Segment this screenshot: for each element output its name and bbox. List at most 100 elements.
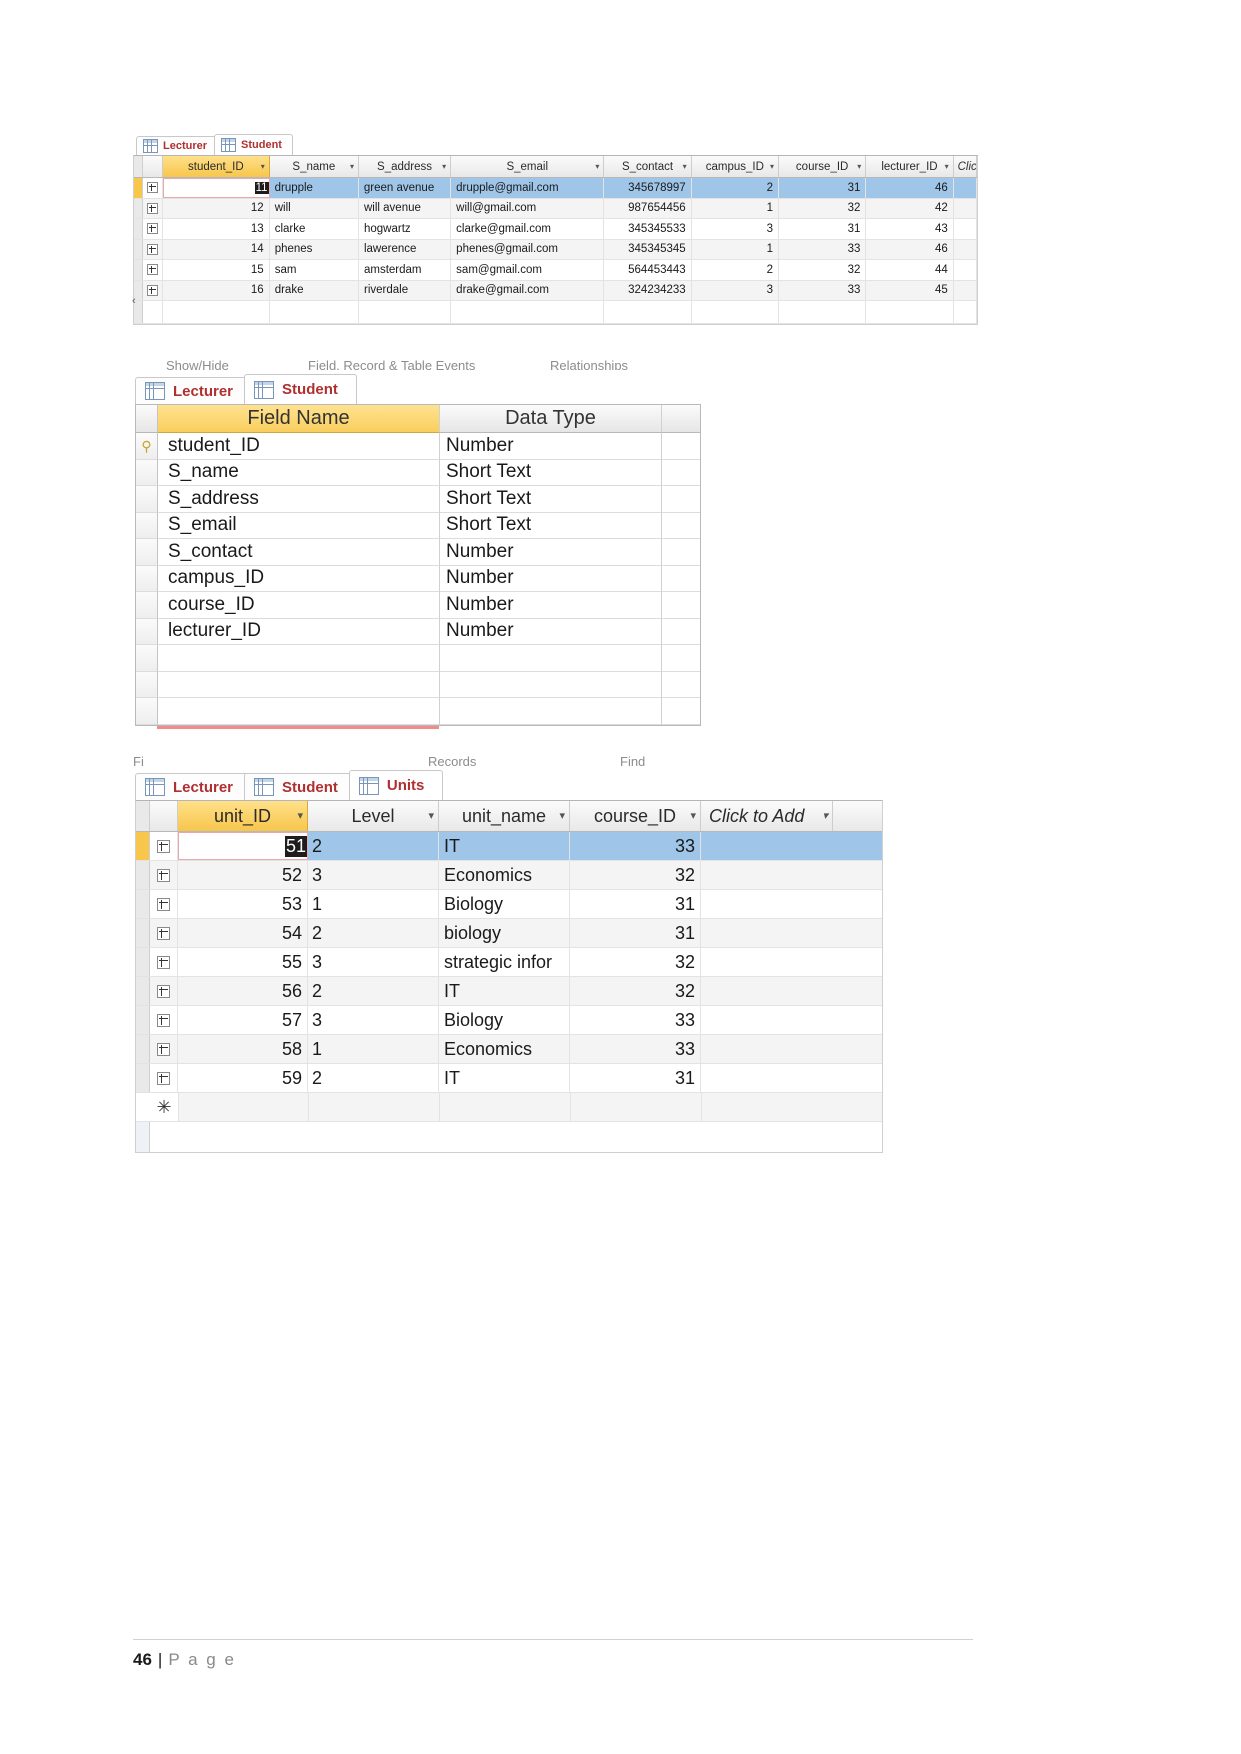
cell-lecturer-id[interactable]: 42 xyxy=(866,198,954,218)
cell-course-id[interactable]: 32 xyxy=(570,861,701,889)
design-gutter[interactable] xyxy=(136,512,158,539)
cell-click-to-add[interactable] xyxy=(954,239,977,259)
cell-course-id[interactable]: 31 xyxy=(570,890,701,918)
cell-click-to-add[interactable] xyxy=(701,832,833,860)
row-expander[interactable] xyxy=(150,1035,178,1063)
cell-unit-id[interactable]: 59 xyxy=(178,1064,308,1092)
document-tab-student[interactable]: Student xyxy=(214,134,293,155)
chevron-down-icon[interactable]: ▾ xyxy=(559,810,565,822)
data-type-cell[interactable]: Number xyxy=(440,539,662,566)
design-gutter[interactable] xyxy=(136,671,158,698)
cell-course-id[interactable]: 31 xyxy=(779,178,867,198)
design-field-row[interactable]: lecturer_ID Number xyxy=(136,618,700,645)
expand-plus-icon[interactable] xyxy=(157,1071,170,1085)
cell-click-to-add[interactable] xyxy=(954,280,977,300)
column-header-data-type[interactable]: Data Type xyxy=(440,405,662,433)
expand-plus-icon[interactable] xyxy=(157,955,170,969)
row-expander[interactable] xyxy=(150,1006,178,1034)
cell-course-id[interactable]: 33 xyxy=(779,280,867,300)
row-expander[interactable] xyxy=(150,832,178,860)
cell-click-to-add[interactable] xyxy=(701,1006,833,1034)
table-row[interactable]: 51 2 IT 33 xyxy=(136,832,882,861)
column-header-lecturer-id[interactable]: lecturer_ID ▾ xyxy=(866,156,954,177)
description-cell[interactable] xyxy=(662,566,700,592)
record-selector-current[interactable] xyxy=(134,178,143,198)
design-field-row-empty[interactable] xyxy=(136,698,700,725)
cell-student-id[interactable]: 12 xyxy=(163,198,270,218)
cell-level[interactable]: 1 xyxy=(308,890,439,918)
table-row[interactable]: 57 3 Biology 33 xyxy=(136,1006,882,1035)
field-name-cell[interactable]: S_contact xyxy=(158,539,440,566)
column-header-click-to-add[interactable]: Clic xyxy=(954,156,978,177)
description-cell[interactable] xyxy=(662,460,700,486)
cell-lecturer-id[interactable]: 44 xyxy=(866,260,954,280)
design-gutter[interactable] xyxy=(136,539,158,566)
row-expander[interactable] xyxy=(150,861,178,889)
cell-course-id[interactable]: 32 xyxy=(570,977,701,1005)
field-name-cell[interactable]: student_ID xyxy=(158,433,440,460)
chevron-down-icon[interactable]: ▾ xyxy=(297,810,303,822)
scroll-left-arrow-icon[interactable]: ‹ xyxy=(132,296,136,307)
cell-unit-id[interactable]: 55 xyxy=(178,948,308,976)
cell-course-id[interactable]: 31 xyxy=(570,919,701,947)
chevron-down-icon[interactable]: ▾ xyxy=(683,162,687,171)
new-record-cell-unit-name[interactable] xyxy=(440,1093,571,1121)
cell-level[interactable]: 2 xyxy=(308,977,439,1005)
expand-plus-icon[interactable] xyxy=(157,897,170,911)
chevron-down-icon[interactable]: ▾ xyxy=(690,810,696,822)
cell-click-to-add[interactable] xyxy=(954,178,978,198)
table-row[interactable]: 56 2 IT 32 xyxy=(136,977,882,1006)
cell-lecturer-id[interactable]: 45 xyxy=(866,280,954,300)
column-header-s-address[interactable]: S_address ▾ xyxy=(359,156,452,177)
design-field-row[interactable]: S_email Short Text xyxy=(136,512,700,539)
table-row[interactable]: 59 2 IT 31 xyxy=(136,1064,882,1093)
design-gutter[interactable] xyxy=(136,645,158,672)
cell-level[interactable]: 3 xyxy=(308,948,439,976)
chevron-down-icon[interactable]: ▾ xyxy=(428,810,434,822)
record-selector[interactable] xyxy=(136,948,150,976)
design-field-row[interactable]: S_name Short Text xyxy=(136,459,700,486)
table-row[interactable]: 11 drupple green avenue drupple@gmail.co… xyxy=(134,178,978,199)
table-row[interactable]: 13 clarke hogwartz clarke@gmail.com 3453… xyxy=(134,219,977,240)
cell-s-email[interactable]: clarke@gmail.com xyxy=(451,219,605,239)
cell-course-id[interactable]: 31 xyxy=(570,1064,701,1092)
record-selector[interactable] xyxy=(134,219,143,239)
column-header-description[interactable] xyxy=(662,405,700,433)
new-record-cell-level[interactable] xyxy=(309,1093,440,1121)
chevron-down-icon[interactable]: ▾ xyxy=(822,810,828,822)
cell-unit-id[interactable]: 57 xyxy=(178,1006,308,1034)
description-cell[interactable] xyxy=(662,645,700,672)
document-tab-student[interactable]: Student xyxy=(244,374,357,404)
expand-plus-icon[interactable] xyxy=(157,1042,170,1056)
description-cell[interactable] xyxy=(662,433,700,460)
column-header-s-email[interactable]: S_email ▾ xyxy=(451,156,605,177)
cell-course-id[interactable]: 33 xyxy=(570,1035,701,1063)
record-selector[interactable] xyxy=(134,198,143,218)
cell-unit-id[interactable]: 52 xyxy=(178,861,308,889)
expand-plus-icon[interactable] xyxy=(147,223,158,235)
cell-s-contact[interactable]: 564453443 xyxy=(604,260,692,280)
cell-s-contact[interactable]: 345678997 xyxy=(604,178,692,198)
description-cell[interactable] xyxy=(662,672,700,698)
cell-course-id[interactable]: 32 xyxy=(779,260,867,280)
chevron-down-icon[interactable]: ▾ xyxy=(350,162,354,171)
cell-course-id[interactable]: 33 xyxy=(779,239,867,259)
record-selector[interactable] xyxy=(136,1035,150,1063)
chevron-down-icon[interactable]: ▾ xyxy=(857,162,861,171)
cell-unit-id[interactable]: 53 xyxy=(178,890,308,918)
cell-unit-name[interactable]: Biology xyxy=(439,1006,570,1034)
cell-s-address[interactable]: lawerence xyxy=(359,239,452,259)
data-type-cell[interactable]: Number xyxy=(440,592,662,619)
field-name-cell[interactable] xyxy=(158,645,440,672)
design-gutter[interactable] xyxy=(136,618,158,645)
row-expander[interactable] xyxy=(143,239,163,259)
cell-click-to-add[interactable] xyxy=(701,890,833,918)
cell-click-to-add[interactable] xyxy=(701,919,833,947)
cell-campus-id[interactable]: 2 xyxy=(692,178,780,198)
design-gutter[interactable] xyxy=(136,565,158,592)
cell-campus-id[interactable]: 2 xyxy=(692,260,780,280)
row-expander[interactable] xyxy=(143,198,163,218)
cell-campus-id[interactable]: 1 xyxy=(692,239,780,259)
record-selector[interactable] xyxy=(136,890,150,918)
cell-s-name[interactable]: clarke xyxy=(270,219,359,239)
